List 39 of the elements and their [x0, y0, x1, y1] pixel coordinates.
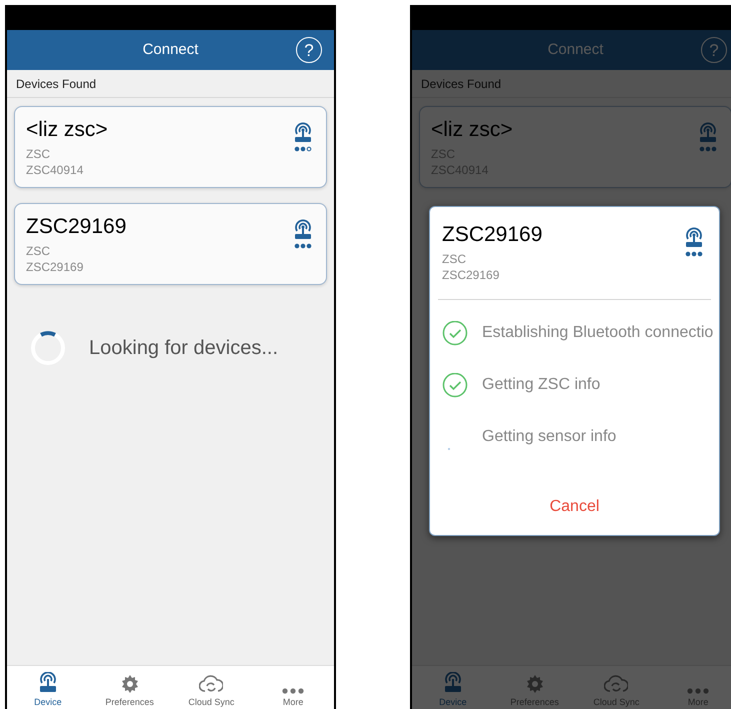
status-text: Looking for devices... — [89, 336, 278, 361]
step-label: Getting ZSC info — [482, 375, 600, 395]
device-type: ZSC — [26, 243, 51, 259]
header-title: Connect — [548, 40, 604, 60]
more-icon — [282, 688, 304, 694]
device-type: ZSC — [442, 251, 467, 267]
section-title: Devices Found — [16, 76, 96, 92]
gear-icon — [120, 674, 140, 694]
signal-tower-icon — [292, 122, 314, 152]
nav-tab[interactable]: More — [252, 666, 334, 709]
nav-tab[interactable]: Device — [7, 666, 89, 709]
loading-spinner — [29, 329, 67, 367]
device-name: <liz zsc> — [431, 117, 513, 143]
signal-tower-icon — [38, 672, 58, 694]
device-card[interactable]: ZSC29169 ZSC ZSC29169 — [14, 203, 327, 285]
cloud-sync-icon — [604, 674, 628, 694]
device-serial: ZSC40914 — [26, 162, 84, 178]
signal-tower-icon — [292, 219, 314, 249]
signal-tower-icon — [697, 122, 719, 152]
signal-tower-icon — [442, 672, 463, 694]
cloud-sync-icon — [199, 674, 224, 694]
device-type: ZSC — [26, 146, 51, 162]
device-serial: ZSC29169 — [442, 267, 500, 283]
nav-tab[interactable]: Preferences — [88, 666, 170, 709]
section-title: Devices Found — [421, 76, 502, 92]
gear-icon — [524, 674, 545, 694]
step-label: Establishing Bluetooth connectio — [482, 323, 714, 343]
device-serial: ZSC29169 — [26, 259, 84, 275]
device-name: <liz zsc> — [26, 117, 108, 143]
device-card[interactable]: <liz zsc> ZSC ZSC40914 — [14, 106, 327, 188]
device-name: ZSC29169 — [442, 222, 542, 248]
nav-tab[interactable]: Cloud Sync — [170, 666, 252, 709]
cancel-button[interactable]: Cancel — [538, 491, 612, 523]
help-button[interactable]: ? — [296, 37, 322, 63]
step-label: Getting sensor info — [482, 427, 616, 447]
header-title: Connect — [142, 40, 198, 60]
device-name: ZSC29169 — [26, 214, 126, 240]
signal-tower-icon — [683, 227, 705, 257]
more-icon — [687, 688, 710, 694]
